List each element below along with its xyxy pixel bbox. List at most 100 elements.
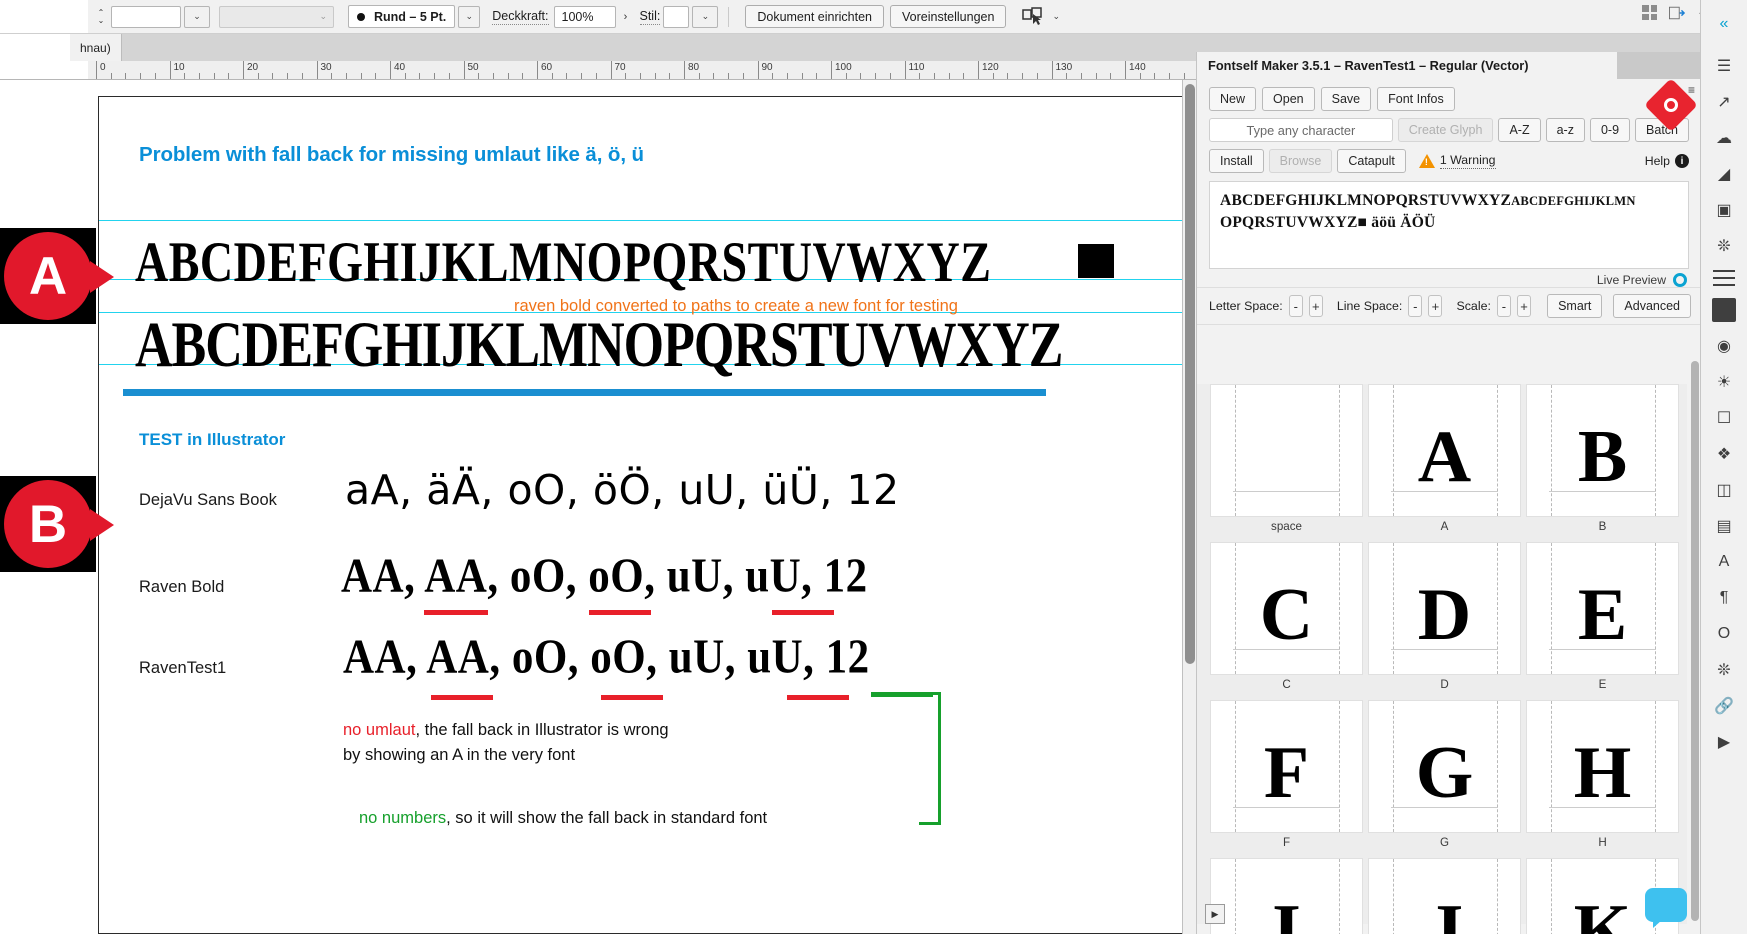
right-tool-rail[interactable]: « ☰ ↗ ☁ ◢ ▣ ❊ ◉ ☀ ☐ ❖ ◫ ▤ A ¶ O ❊ 🔗 ▶ [1700, 0, 1747, 934]
fontself-panel[interactable]: Fontself Maker 3.5.1 – RavenTest1 – Regu… [1196, 52, 1701, 934]
glyph-box[interactable]: G [1368, 700, 1521, 833]
workspace-switcher-icon[interactable] [1669, 6, 1686, 20]
catapult-button[interactable]: Catapult [1337, 149, 1406, 173]
opacity-expand-button[interactable]: › [616, 6, 636, 28]
opentype-icon[interactable]: O [1712, 622, 1736, 646]
chevron-down-icon-5[interactable]: ⌄ [1052, 11, 1060, 22]
swatches-icon[interactable]: ▣ [1712, 198, 1736, 222]
stepper-down-icon[interactable]: ⌄ [98, 16, 105, 25]
gear-icon[interactable] [1673, 273, 1687, 287]
stroke-weight-input[interactable] [111, 5, 181, 28]
scale-minus-button[interactable]: - [1496, 295, 1511, 317]
glyph-box[interactable]: J [1368, 858, 1521, 934]
glyph-cell[interactable]: FF [1210, 700, 1368, 858]
graphic-style-swatch[interactable] [663, 5, 690, 28]
glyph-cell[interactable]: BB [1526, 384, 1684, 542]
document-tab[interactable]: hnau) [70, 34, 122, 61]
glyph-box[interactable]: C [1210, 542, 1363, 675]
glyph-box[interactable]: D [1368, 542, 1521, 675]
canvas-scrollbar-thumb[interactable] [1185, 84, 1195, 664]
rail-collapse-button[interactable]: « [1701, 0, 1747, 48]
scale-plus-button[interactable]: + [1516, 295, 1532, 317]
help-link[interactable]: Help i [1645, 154, 1689, 168]
panel-play-button[interactable]: ▶ [1205, 904, 1225, 924]
document-setup-button[interactable]: Dokument einrichten [745, 5, 884, 28]
font-infos-button[interactable]: Font Infos [1377, 87, 1455, 111]
transparency-icon[interactable]: ◉ [1712, 334, 1736, 358]
glyph-box[interactable] [1210, 384, 1363, 517]
brushes-icon[interactable]: ◢ [1712, 162, 1736, 186]
stroke-weight-dropdown[interactable]: ⌄ [184, 5, 210, 28]
brush-definition-select[interactable]: Rund – 5 Pt. [348, 5, 456, 28]
new-button[interactable]: New [1209, 87, 1257, 111]
stroke-weight-stepper[interactable]: ⌃ ⌄ [94, 5, 108, 29]
live-preview-row[interactable]: Live Preview [1197, 269, 1701, 287]
support-chat-icon[interactable] [1645, 888, 1687, 928]
transform-icon[interactable]: ▤ [1712, 514, 1736, 538]
export-icon[interactable]: ↗ [1712, 90, 1736, 114]
graphic-style-dropdown[interactable]: ⌄ [692, 5, 719, 28]
glyph-box[interactable]: I [1210, 858, 1363, 934]
stroke-icon[interactable] [1713, 270, 1735, 286]
preferences-button[interactable]: Voreinstellungen [890, 5, 1007, 28]
links-icon[interactable]: 🔗 [1712, 694, 1736, 718]
line-space-plus-button[interactable]: + [1428, 295, 1443, 317]
install-button[interactable]: Install [1209, 149, 1264, 173]
glyph-cell[interactable]: EE [1526, 542, 1684, 700]
warning-indicator[interactable]: 1 Warning [1418, 153, 1496, 169]
gradient-icon[interactable] [1712, 298, 1736, 322]
glyph-cell[interactable]: HH [1526, 700, 1684, 858]
glyph-cell[interactable]: I [1210, 858, 1368, 934]
opacity-input[interactable]: 100% [553, 5, 616, 28]
paragraph-icon[interactable]: ¶ [1712, 586, 1736, 610]
filter-uppercase-button[interactable]: A-Z [1498, 118, 1541, 142]
glyph-cell[interactable]: space [1210, 384, 1368, 542]
advanced-button[interactable]: Advanced [1613, 294, 1692, 318]
align-icon[interactable]: ❖ [1712, 442, 1736, 466]
letter-space-minus-button[interactable]: - [1288, 295, 1303, 317]
collapse-panel-icon[interactable]: « [1712, 12, 1736, 36]
create-glyph-button[interactable]: Create Glyph [1397, 118, 1494, 142]
type-any-character-input[interactable]: Type any character [1209, 118, 1393, 142]
symbols-icon[interactable]: ❊ [1712, 234, 1736, 258]
graphic-styles-icon[interactable]: ☐ [1712, 406, 1736, 430]
brush-dropdown-arrow[interactable]: ⌄ [458, 5, 481, 28]
glyph-box[interactable]: A [1368, 384, 1521, 517]
glyphs-icon[interactable]: ❊ [1712, 658, 1736, 682]
panel-scrollbar-thumb[interactable] [1691, 361, 1699, 921]
variable-width-profile-dropdown[interactable]: ⌄ [219, 5, 334, 28]
font-preview-box[interactable]: ABCDEFGHIJKLMNOPQRSTUVWXYZABCDEFGHIJKLMN… [1209, 181, 1689, 269]
open-button[interactable]: Open [1262, 87, 1315, 111]
layers-icon[interactable]: ☰ [1712, 54, 1736, 78]
glyph-cell[interactable]: GG [1368, 700, 1526, 858]
actions-icon[interactable]: ▶ [1712, 730, 1736, 754]
browse-button[interactable]: Browse [1268, 149, 1333, 173]
filter-lowercase-button[interactable]: a-z [1545, 118, 1585, 142]
glyph-cell[interactable]: AA [1368, 384, 1526, 542]
character-icon[interactable]: A [1712, 550, 1736, 574]
libraries-icon[interactable]: ☁ [1712, 126, 1736, 150]
appearance-icon[interactable]: ☀ [1712, 370, 1736, 394]
save-button[interactable]: Save [1320, 87, 1372, 111]
glyph-cell[interactable]: DD [1368, 542, 1526, 700]
pathfinder-icon[interactable]: ◫ [1712, 478, 1736, 502]
panel-menu-icon[interactable]: ≡ [1688, 83, 1695, 97]
glyph-box[interactable]: F [1210, 700, 1363, 833]
canvas-area[interactable]: Problem with fall back for missing umlau… [0, 80, 1196, 934]
select-similar-objects-icon[interactable] [1022, 6, 1044, 27]
glyph-box[interactable]: B [1526, 384, 1679, 517]
letter-space-plus-button[interactable]: + [1308, 295, 1323, 317]
panel-tab-title[interactable]: Fontself Maker 3.5.1 – RavenTest1 – Regu… [1197, 52, 1617, 79]
artboard[interactable]: Problem with fall back for missing umlau… [98, 96, 1191, 934]
glyph-box[interactable]: E [1526, 542, 1679, 675]
glyph-box[interactable]: H [1526, 700, 1679, 833]
glyph-cell[interactable]: CC [1210, 542, 1368, 700]
arrange-documents-icon[interactable] [1642, 5, 1658, 20]
glyph-cell[interactable]: J [1368, 858, 1526, 934]
filter-digits-button[interactable]: 0-9 [1589, 118, 1631, 142]
canvas-vertical-scrollbar[interactable] [1182, 80, 1196, 934]
glyph-grid[interactable]: space A A B B C C D D E E F F G G H H I J K [1197, 384, 1687, 934]
line-space-minus-button[interactable]: - [1408, 295, 1423, 317]
warning-text[interactable]: 1 Warning [1439, 153, 1496, 169]
smart-button[interactable]: Smart [1547, 294, 1603, 318]
